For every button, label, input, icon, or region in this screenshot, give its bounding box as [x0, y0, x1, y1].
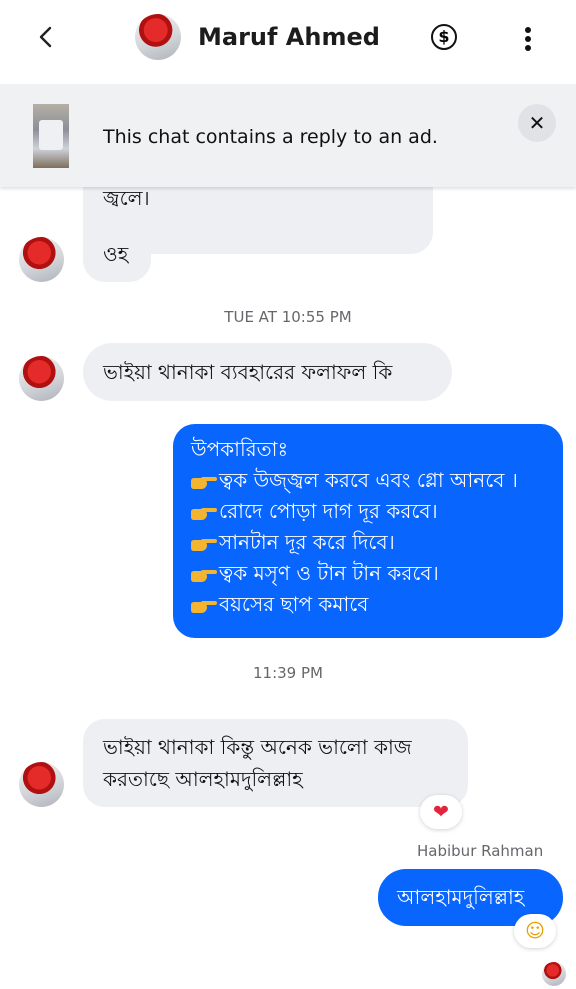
smile-reaction-icon[interactable]: ☺: [514, 914, 556, 948]
message-bubble-outgoing[interactable]: উপকারিতাঃ ত্বক উজ্জ্বল করবে এবং গ্লো আনব…: [173, 424, 563, 638]
chevron-left-icon: [39, 26, 52, 48]
close-banner-button[interactable]: ✕: [518, 104, 556, 142]
pointing-hand-icon: [191, 597, 217, 615]
banner-text: This chat contains a reply to an ad.: [103, 126, 438, 148]
vertical-dots-icon: [525, 27, 531, 51]
dollar-circle-icon[interactable]: $: [431, 24, 457, 50]
product-label: [39, 120, 63, 150]
list-item: রোদে পোড়া দাগ দূর করবে।: [191, 496, 563, 527]
message-title: উপকারিতাঃ: [191, 437, 289, 461]
contact-name[interactable]: Maruf Ahmed: [198, 18, 380, 56]
timestamp: 11:39 PM: [253, 664, 323, 682]
pointing-hand-icon: [191, 566, 217, 584]
close-icon: ✕: [528, 111, 546, 135]
message-text: ওহ: [103, 242, 129, 266]
list-item: ত্বক উজ্জ্বল করবে এবং গ্লো আনবে ।: [191, 465, 563, 496]
timestamp: TUE AT 10:55 PM: [224, 308, 352, 326]
message-bubble-incoming[interactable]: ওহ: [83, 228, 151, 282]
more-options-button[interactable]: [514, 22, 542, 56]
pointing-hand-icon: [191, 473, 217, 491]
message-text: আলহামদুলিল্লাহ: [397, 885, 525, 909]
back-button[interactable]: [32, 20, 60, 54]
sender-avatar[interactable]: [19, 356, 64, 401]
message-text: ভাইয়া থানাকা ব্যবহারের ফলাফল কি: [103, 360, 393, 384]
ad-thumbnail[interactable]: [33, 104, 69, 168]
list-item: ত্বক মসৃণ ও টান টান করবে।: [191, 558, 563, 589]
sender-avatar[interactable]: [19, 237, 64, 282]
sender-name: Habibur Rahman: [417, 842, 544, 860]
contact-avatar[interactable]: [135, 14, 181, 60]
list-item: বয়সের ছাপ কমাবে: [191, 589, 563, 620]
message-text-line: করতাছে আলহামদুলিল্লাহ: [103, 767, 303, 791]
heart-reaction-icon[interactable]: ❤: [420, 795, 462, 829]
list-item: সানটান দূর করে দিবে।: [191, 527, 563, 558]
message-bubble-incoming[interactable]: ভাইয়া থানাকা ব্যবহারের ফলাফল কি: [83, 343, 452, 401]
seen-avatar: [542, 962, 566, 986]
sender-avatar[interactable]: [19, 762, 64, 807]
pointing-hand-icon: [191, 535, 217, 553]
pointing-hand-icon: [191, 504, 217, 522]
message-text-line: ভাইয়া থানাকা কিন্তু অনেক ভালো কাজ: [103, 735, 412, 759]
message-bubble-incoming[interactable]: ভাইয়া থানাকা কিন্তু অনেক ভালো কাজ করতাছ…: [83, 719, 468, 807]
